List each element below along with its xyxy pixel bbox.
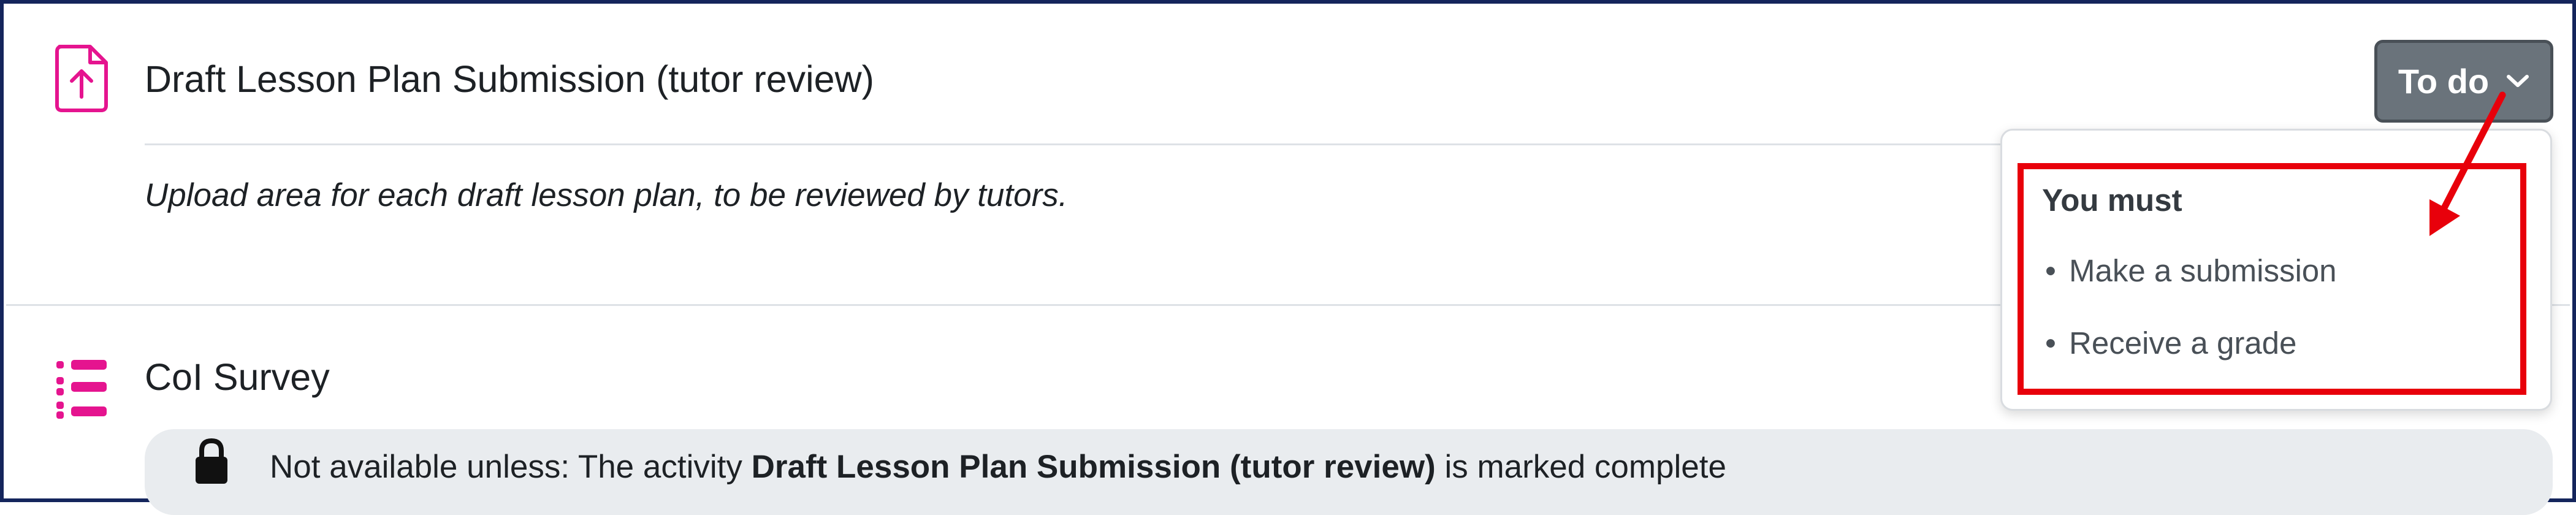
annotation-arrow — [2429, 91, 2506, 236]
